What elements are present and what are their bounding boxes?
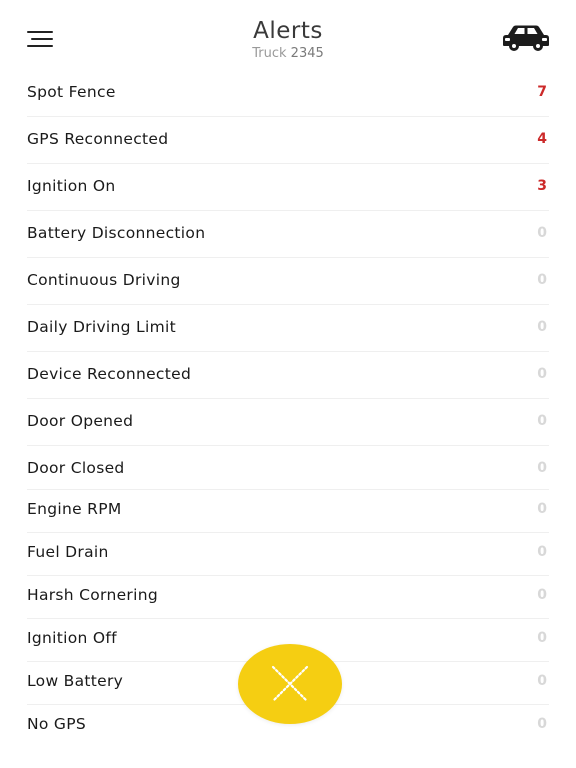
alert-label: Ignition Off <box>27 629 117 647</box>
alert-label: Ignition On <box>27 177 116 195</box>
alert-count-badge: 0 <box>537 413 547 429</box>
alert-label: Device Reconnected <box>27 365 192 383</box>
alert-count-badge: 0 <box>537 716 547 732</box>
alert-label: Battery Disconnection <box>27 224 206 242</box>
alert-label: Fuel Drain <box>27 543 109 561</box>
alert-label: Daily Driving Limit <box>27 318 176 336</box>
vehicle-type: Truck <box>252 46 287 61</box>
alert-row[interactable]: Harsh Cornering 0 <box>0 576 576 619</box>
car-icon[interactable] <box>502 24 550 52</box>
app-header: Alerts Truck 2345 <box>0 0 576 76</box>
alert-row[interactable]: Daily Driving Limit 0 <box>0 305 576 352</box>
alert-count-badge: 0 <box>537 501 547 517</box>
alert-count-badge: 4 <box>537 131 547 147</box>
vehicle-subtitle: Truck 2345 <box>0 46 576 62</box>
alert-count-badge: 0 <box>537 460 547 476</box>
alert-label: Engine RPM <box>27 500 122 518</box>
alert-count-badge: 0 <box>537 630 547 646</box>
alert-label: Door Closed <box>27 459 125 477</box>
alert-row[interactable]: Device Reconnected 0 <box>0 352 576 399</box>
alert-count-badge: 0 <box>537 544 547 560</box>
alert-label: Low Battery <box>27 672 124 690</box>
alert-count-badge: 0 <box>537 366 547 382</box>
alert-row[interactable]: Fuel Drain 0 <box>0 533 576 576</box>
alert-row[interactable]: GPS Reconnected 4 <box>0 117 576 164</box>
title-block: Alerts Truck 2345 <box>0 18 576 62</box>
close-fab-button[interactable] <box>238 644 342 724</box>
alert-label: Spot Fence <box>27 83 116 101</box>
alert-label: No GPS <box>27 715 87 733</box>
alert-count-badge: 7 <box>537 84 547 100</box>
alert-row[interactable]: Spot Fence 7 <box>0 70 576 117</box>
alert-count-badge: 0 <box>537 587 547 603</box>
alert-count-badge: 0 <box>537 319 547 335</box>
alert-count-badge: 0 <box>537 225 547 241</box>
alert-row[interactable]: Battery Disconnection 0 <box>0 211 576 258</box>
alert-row[interactable]: Door Opened 0 <box>0 399 576 446</box>
alert-row[interactable]: Continuous Driving 0 <box>0 258 576 305</box>
alert-row[interactable]: Ignition On 3 <box>0 164 576 211</box>
alert-count-badge: 0 <box>537 673 547 689</box>
vehicle-number: 2345 <box>290 46 324 61</box>
alert-count-badge: 0 <box>537 272 547 288</box>
close-icon <box>271 665 309 703</box>
alert-row[interactable]: Engine RPM 0 <box>0 490 576 533</box>
alert-label: Continuous Driving <box>27 271 181 289</box>
page-title: Alerts <box>253 18 323 44</box>
alert-count-badge: 3 <box>537 178 547 194</box>
alert-row[interactable]: Door Closed 0 <box>0 446 576 490</box>
alert-label: Harsh Cornering <box>27 586 158 604</box>
alert-label: GPS Reconnected <box>27 130 169 148</box>
alert-label: Door Opened <box>27 412 134 430</box>
